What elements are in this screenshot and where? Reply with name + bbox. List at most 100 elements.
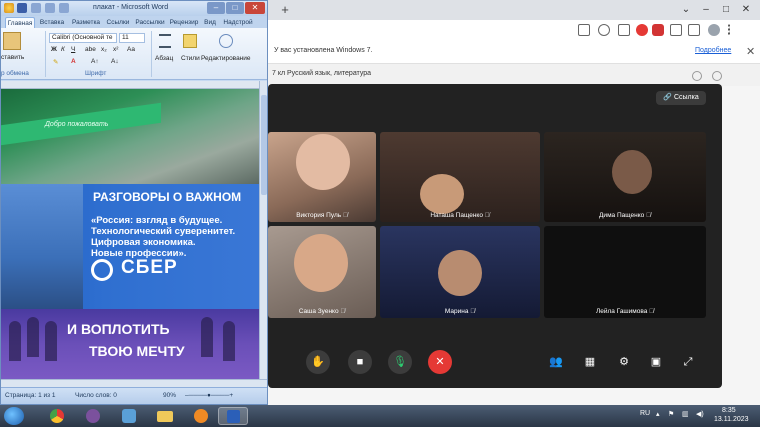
participant-tile[interactable]: Виктория Пуль 🎙̸ — [268, 132, 376, 222]
shrink-font-icon[interactable]: A↓ — [111, 58, 119, 65]
screen-share-icon[interactable] — [578, 24, 590, 36]
adblock-extension-icon[interactable] — [636, 24, 648, 36]
styles-icon[interactable] — [183, 34, 197, 48]
participant-tile[interactable]: Лейла Гашимова 🎙̸ — [544, 226, 706, 318]
font-size-select[interactable]: 11 — [119, 33, 145, 43]
participant-tile[interactable]: Наташа Пащенко 🎙̸ — [380, 132, 540, 222]
print-icon[interactable] — [59, 3, 69, 13]
word-count[interactable]: Число слов: 0 — [75, 392, 117, 399]
pip-button[interactable]: ▣ — [646, 352, 666, 372]
grow-font-icon[interactable]: A↑ — [91, 58, 99, 65]
tab-view[interactable]: Вид — [201, 17, 219, 28]
search-icon[interactable] — [692, 71, 702, 81]
input-language[interactable]: RU — [640, 410, 650, 417]
participant-tile[interactable]: Саша Зуенко 🎙̸ — [268, 226, 376, 318]
tab-home[interactable]: Главная — [5, 17, 35, 28]
editing-label[interactable]: Редактирование — [201, 55, 251, 62]
superscript-button[interactable]: x² — [113, 46, 118, 53]
styles-label[interactable]: Стили — [181, 55, 200, 62]
word-minimize-icon[interactable]: – — [207, 2, 225, 14]
windows7-infobar: У вас установлена Windows 7. Подробнее ✕ — [268, 40, 760, 64]
zoom-slider[interactable]: –────●────+ — [185, 392, 233, 399]
participants-button[interactable]: 👥 — [546, 352, 566, 372]
word-ribbon: ставить р обмена Calibri (Основной те 11… — [1, 28, 267, 80]
strikethrough-button[interactable]: abe — [85, 46, 96, 53]
web-page: 7 кл Русский язык, литература 🔗 Ссылка В… — [268, 64, 760, 405]
tray-volume-icon[interactable]: ◀) — [696, 410, 704, 418]
paragraph-label[interactable]: Абзац — [155, 55, 173, 62]
zoom-icon[interactable] — [598, 24, 610, 36]
taskbar-viber-icon[interactable] — [78, 407, 108, 425]
tab-addins[interactable]: Надстрой — [221, 17, 255, 28]
vertical-scrollbar[interactable] — [259, 81, 267, 386]
office-button-icon[interactable] — [4, 3, 14, 13]
browser-toolbar — [268, 20, 760, 40]
fullscreen-button[interactable]: ⤢ — [678, 352, 698, 372]
underline-button[interactable]: Ч — [71, 46, 75, 53]
word-close-icon[interactable]: ✕ — [245, 2, 265, 14]
find-icon[interactable] — [219, 34, 233, 48]
taskbar-paint-icon[interactable] — [114, 407, 144, 425]
undo-icon[interactable] — [31, 3, 41, 13]
font-name-select[interactable]: Calibri (Основной те — [49, 33, 117, 43]
info-icon[interactable] — [712, 71, 722, 81]
horizontal-scrollbar[interactable] — [1, 379, 267, 387]
new-tab-icon[interactable]: + — [278, 3, 292, 17]
vertical-scroll-thumb[interactable] — [261, 95, 267, 195]
end-call-button[interactable]: ✕ — [428, 350, 452, 374]
participant-tile[interactable]: Дима Пащенко 🎙̸ — [544, 132, 706, 222]
sidebar-icon[interactable] — [688, 24, 700, 36]
tab-references[interactable]: Ссылки — [105, 17, 131, 28]
word-title: плакат - Microsoft Word — [93, 4, 169, 11]
paste-icon[interactable] — [3, 32, 21, 50]
layout-grid-button[interactable]: ▦ — [580, 352, 600, 372]
paste-label[interactable]: ставить — [1, 54, 24, 61]
settings-gear-icon[interactable]: ⚙ — [614, 352, 634, 372]
copy-link-button[interactable]: 🔗 Ссылка — [656, 91, 706, 105]
tray-network-icon[interactable]: ▥ — [682, 410, 689, 418]
save-icon[interactable] — [17, 3, 27, 13]
subscript-button[interactable]: x₂ — [101, 46, 107, 53]
zoom-level[interactable]: 90% — [163, 392, 176, 399]
menu-dots-icon[interactable] — [728, 24, 732, 36]
taskbar-explorer-icon[interactable] — [150, 407, 180, 425]
close-window-icon[interactable]: ✕ — [739, 3, 753, 17]
profile-avatar-icon[interactable] — [708, 24, 720, 36]
paragraph-icon[interactable] — [159, 34, 171, 48]
clock-time[interactable]: 8:35 — [722, 407, 736, 414]
maximize-icon[interactable]: □ — [719, 3, 733, 17]
share-icon[interactable] — [618, 24, 630, 36]
minimize-icon[interactable]: – — [699, 3, 713, 17]
change-case-button[interactable]: Aa — [127, 46, 135, 53]
start-button[interactable] — [4, 407, 24, 425]
tab-layout[interactable]: Разметка — [69, 17, 103, 28]
tab-search-icon[interactable]: ⌄ — [679, 3, 693, 17]
microphone-toggle-button[interactable]: 🎙 — [388, 350, 412, 374]
word-status-bar: Страница: 1 из 1 Число слов: 0 90% –────… — [1, 387, 267, 404]
tab-mailings[interactable]: Рассылки — [133, 17, 167, 28]
taskbar-chrome-icon[interactable] — [42, 407, 72, 425]
bold-button[interactable]: Ж — [51, 46, 57, 53]
tray-expand-icon[interactable]: ▴ — [656, 410, 660, 418]
redo-icon[interactable] — [45, 3, 55, 13]
extensions-icon[interactable] — [670, 24, 682, 36]
clock-date[interactable]: 13.11.2023 — [714, 416, 749, 423]
taskbar-media-player-icon[interactable] — [186, 407, 216, 425]
tab-insert[interactable]: Вставка — [37, 17, 67, 28]
font-color-icon[interactable]: A — [71, 58, 76, 65]
infobar-more-link[interactable]: Подробнее — [695, 47, 731, 54]
tray-flag-icon[interactable]: ⚑ — [668, 410, 674, 418]
raise-hand-button[interactable]: ✋ — [306, 350, 330, 374]
infobar-close-icon[interactable]: ✕ — [746, 45, 755, 58]
poster-image[interactable]: Добро пожаловать РАЗГОВОРЫ О ВАЖНОМ «Рос… — [1, 89, 259, 386]
taskbar-word-icon[interactable] — [218, 407, 248, 425]
camera-toggle-button[interactable]: ■ — [348, 350, 372, 374]
poster-quote: «Россия: взгляд в будущее. Технологическ… — [91, 215, 259, 259]
page-count[interactable]: Страница: 1 из 1 — [5, 392, 56, 399]
highlight-color-icon[interactable]: ✎ — [53, 58, 58, 66]
word-maximize-icon[interactable]: □ — [226, 2, 244, 14]
pdf-extension-icon[interactable] — [652, 24, 664, 36]
participant-tile[interactable]: Марина 🎙̸ — [380, 226, 540, 318]
tab-review[interactable]: Рецензир — [167, 17, 201, 28]
italic-button[interactable]: К — [61, 46, 65, 53]
